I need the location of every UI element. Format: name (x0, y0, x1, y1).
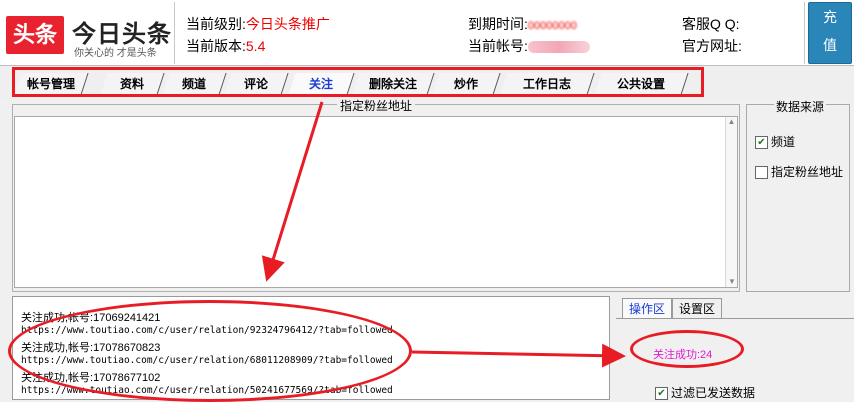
arrow-to-success (411, 343, 626, 368)
annotation-arrows (261, 101, 626, 368)
arrow-to-log (261, 101, 324, 282)
